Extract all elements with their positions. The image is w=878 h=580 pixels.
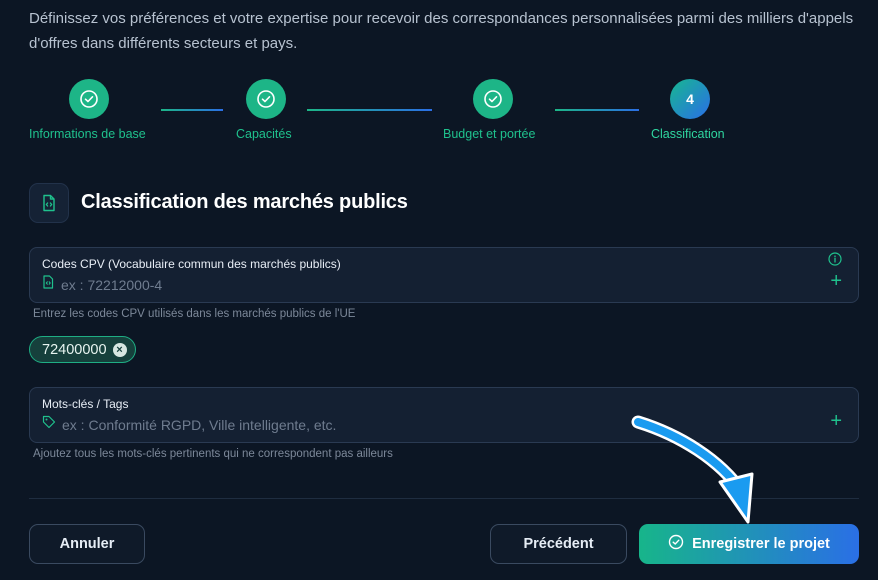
file-code-icon: [29, 183, 69, 223]
keywords-input[interactable]: [62, 416, 702, 433]
save-project-button[interactable]: Enregistrer le projet: [639, 524, 859, 564]
keywords-field-label: Mots-clés / Tags: [42, 397, 129, 411]
add-keyword-button[interactable]: +: [830, 411, 842, 431]
step-2-label[interactable]: Capacités: [236, 127, 292, 141]
cpv-field[interactable]: Codes CPV (Vocabulaire commun des marché…: [29, 247, 859, 303]
step-connector: [161, 109, 223, 111]
step-4-number[interactable]: 4: [670, 79, 710, 119]
step-3-check-icon[interactable]: [473, 79, 513, 119]
intro-text: Définissez vos préférences et votre expe…: [29, 10, 854, 52]
step-3-label[interactable]: Budget et portée: [443, 127, 535, 141]
remove-chip-icon[interactable]: ×: [112, 342, 127, 357]
section-title: Classification des marchés publics: [81, 191, 408, 213]
cpv-field-label: Codes CPV (Vocabulaire commun des marché…: [42, 257, 341, 271]
cpv-chip: 72400000 ×: [29, 336, 136, 363]
cpv-hint: Entrez les codes CPV utilisés dans les m…: [33, 308, 356, 320]
cpv-chip-label: 72400000: [42, 341, 107, 358]
step-4-label[interactable]: Classification: [651, 127, 725, 141]
divider: [29, 498, 859, 499]
cancel-button[interactable]: Annuler: [29, 524, 145, 564]
save-project-label: Enregistrer le projet: [692, 536, 830, 552]
keywords-field[interactable]: Mots-clés / Tags +: [29, 387, 859, 443]
tag-icon: [42, 415, 56, 434]
step-1-check-icon[interactable]: [69, 79, 109, 119]
previous-button[interactable]: Précédent: [490, 524, 627, 564]
step-2-check-icon[interactable]: [246, 79, 286, 119]
check-circle-icon: [668, 534, 684, 554]
step-1-label[interactable]: Informations de base: [29, 127, 146, 141]
add-cpv-button[interactable]: +: [830, 271, 842, 291]
keywords-hint: Ajoutez tous les mots-clés pertinents qu…: [33, 448, 393, 460]
cpv-input[interactable]: [61, 276, 701, 293]
file-code-icon: [42, 275, 55, 294]
step-connector: [555, 109, 639, 111]
info-icon[interactable]: [828, 252, 842, 266]
step-connector: [307, 109, 432, 111]
